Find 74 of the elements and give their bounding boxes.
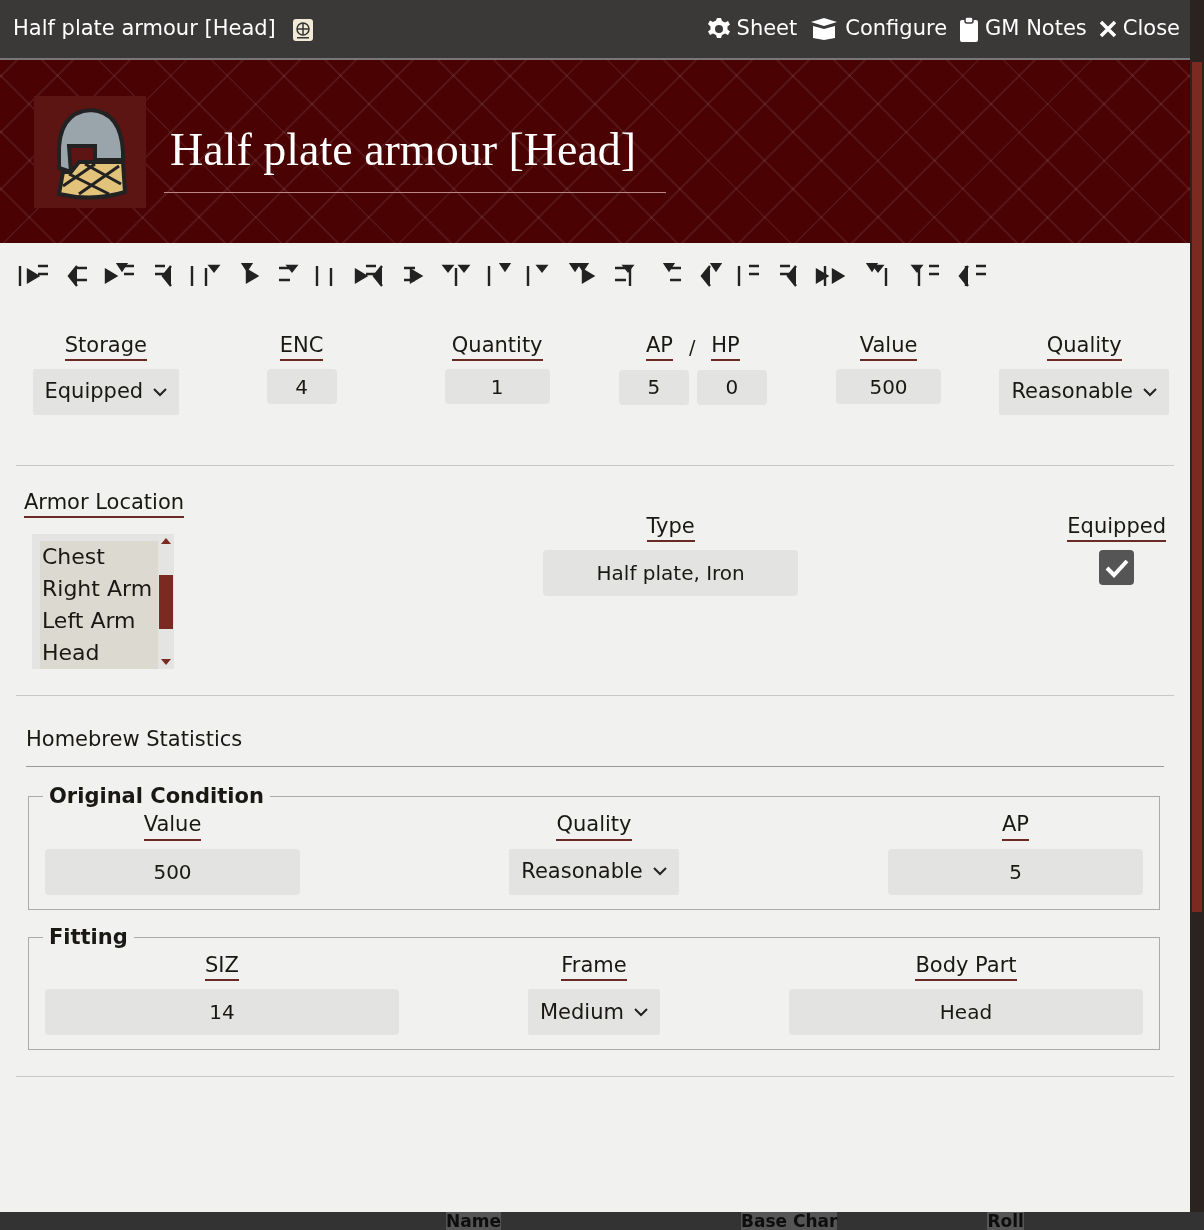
field-label: Body Part: [915, 953, 1017, 982]
chevron-down-icon: [634, 1007, 648, 1017]
dropdown[interactable]: Medium: [528, 989, 660, 1036]
cuneiform-glyph-icon: [956, 263, 988, 289]
field-label: Quality: [1046, 333, 1122, 362]
input-field[interactable]: Half plate, Iron: [543, 550, 799, 597]
input-field[interactable]: 14: [45, 989, 399, 1036]
column-header: Base Char: [740, 1212, 838, 1230]
checkbox[interactable]: [1099, 550, 1135, 586]
notes-button[interactable]: GM Notes: [947, 13, 1087, 45]
field-label: Equipped: [1067, 514, 1166, 543]
gear-icon: [706, 17, 731, 41]
cuneiform-glyph-icon: [440, 263, 472, 289]
field-label: AP: [1002, 812, 1029, 841]
close-icon: [1098, 20, 1117, 38]
input-field[interactable]: 5: [888, 848, 1143, 895]
check-icon: [1104, 557, 1129, 578]
input-field[interactable]: 5: [618, 369, 689, 405]
cuneiform-glyph-icon: [18, 263, 50, 289]
chevron-down-icon: [1142, 387, 1157, 397]
list-box[interactable]: Chest Right Arm Left Arm Head: [32, 534, 174, 670]
cuneiform-glyph-icon: [190, 263, 222, 289]
field-label: Type: [646, 514, 695, 543]
list-option[interactable]: Right Arm: [40, 573, 158, 606]
section-title: Homebrew Statistics: [26, 724, 1164, 767]
cuneiform-glyph-icon: [487, 263, 511, 289]
field-label: Quantity: [451, 333, 543, 362]
list-option[interactable]: Left Arm: [40, 605, 158, 638]
close-button[interactable]: Close: [1086, 13, 1180, 45]
field-label: HP: [711, 333, 740, 362]
field-label: Value: [143, 812, 202, 841]
input-field[interactable]: 4: [266, 369, 337, 405]
configure-button[interactable]: Configure: [797, 13, 948, 45]
scroll-up-icon[interactable]: [161, 538, 171, 545]
field-label: Storage: [64, 333, 147, 362]
list-option[interactable]: Head: [40, 637, 158, 670]
cuneiform-glyph-icon: [526, 263, 550, 289]
field-label: Frame: [561, 953, 627, 982]
item-name: Half plate armour [Head]: [164, 114, 667, 193]
scrollbar-thumb[interactable]: [1192, 62, 1202, 912]
list-option[interactable]: Chest: [40, 541, 158, 574]
chevron-down-icon: [153, 387, 168, 397]
cuneiform-glyph-icon: [698, 263, 722, 289]
scrollbar-thumb[interactable]: [159, 574, 173, 629]
window-title: Half plate armour [Head]: [13, 15, 276, 43]
input-field[interactable]: 0: [696, 369, 767, 405]
globe-icon[interactable]: [291, 18, 314, 43]
cuneiform-glyph-icon: [354, 263, 386, 289]
field-label: Quality: [556, 812, 632, 841]
input-field[interactable]: 1: [444, 369, 550, 405]
column-header: Roll: [987, 1212, 1024, 1230]
separator-text: /: [688, 335, 696, 360]
column-header: Name: [446, 1212, 501, 1230]
chevron-down-icon: [652, 867, 667, 877]
field-label: SIZ: [205, 953, 239, 982]
input-field[interactable]: 500: [836, 369, 941, 405]
cuneiform-glyph-icon: [909, 263, 941, 289]
field-label: AP: [645, 333, 673, 362]
dropdown[interactable]: Equipped: [32, 369, 180, 416]
group-legend: Fitting: [43, 921, 134, 954]
input-field[interactable]: 500: [45, 848, 300, 895]
scroll-down-icon[interactable]: [161, 659, 171, 666]
dropdown[interactable]: Reasonable: [999, 369, 1169, 416]
dropdown[interactable]: Reasonable: [509, 848, 679, 895]
cuneiform-glyph-icon: [737, 263, 761, 289]
group-legend: Original Condition: [43, 780, 270, 813]
clipboard-icon: [959, 16, 980, 42]
input-field[interactable]: Head: [789, 989, 1143, 1036]
cuneiform-glyph-icon: [65, 263, 89, 289]
field-label: ENC: [279, 333, 324, 362]
sheet-button[interactable]: Sheet: [694, 13, 798, 45]
field-label: Value: [859, 333, 918, 362]
cuneiform-glyph-icon: [815, 263, 847, 289]
field-label: Armor Location: [24, 490, 185, 519]
